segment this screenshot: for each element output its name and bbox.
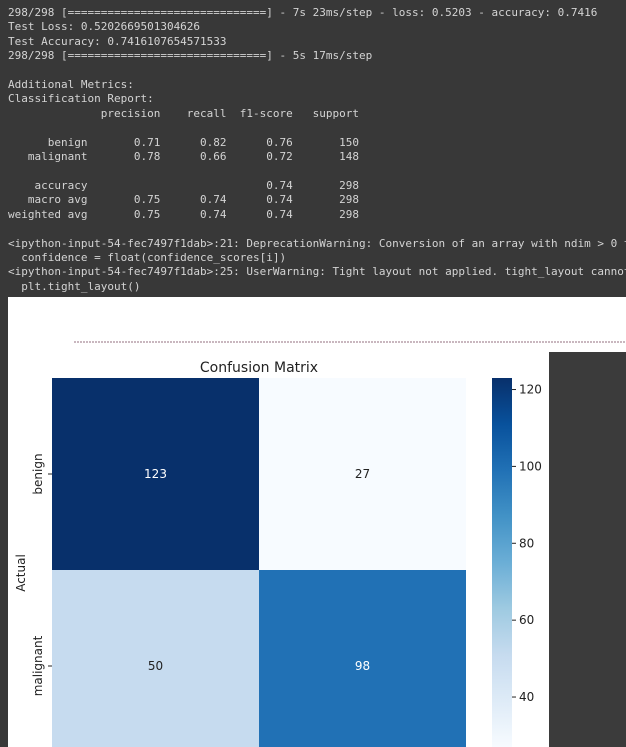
figure-canvas: Confusion Matrix 123 27 50 98 benign maligna… [8,297,626,747]
row-label: benign [31,453,45,494]
cell-value-label: 98 [355,659,370,673]
chart-title: Confusion Matrix [200,360,318,376]
colorbar-tick-label: 120 [519,383,542,397]
cell-value-label: 123 [144,467,167,481]
dark-overlay-panel [549,352,626,747]
y-axis-label: Actual [14,554,28,592]
colorbar-tick-label: 40 [519,690,534,704]
colorbar-tick-label: 80 [519,536,534,550]
cell-value-label: 50 [148,659,163,673]
colorbar [492,378,512,747]
console-output: 298/298 [==============================]… [0,0,626,297]
row-label: malignant [31,635,45,696]
confusion-matrix-chart: Confusion Matrix 123 27 50 98 benign maligna… [14,341,626,747]
console-text: 298/298 [==============================]… [8,6,626,293]
cell-value-label: 27 [355,467,370,481]
colorbar-tick-label: 100 [519,459,542,473]
colorbar-tick-label: 60 [519,613,534,627]
